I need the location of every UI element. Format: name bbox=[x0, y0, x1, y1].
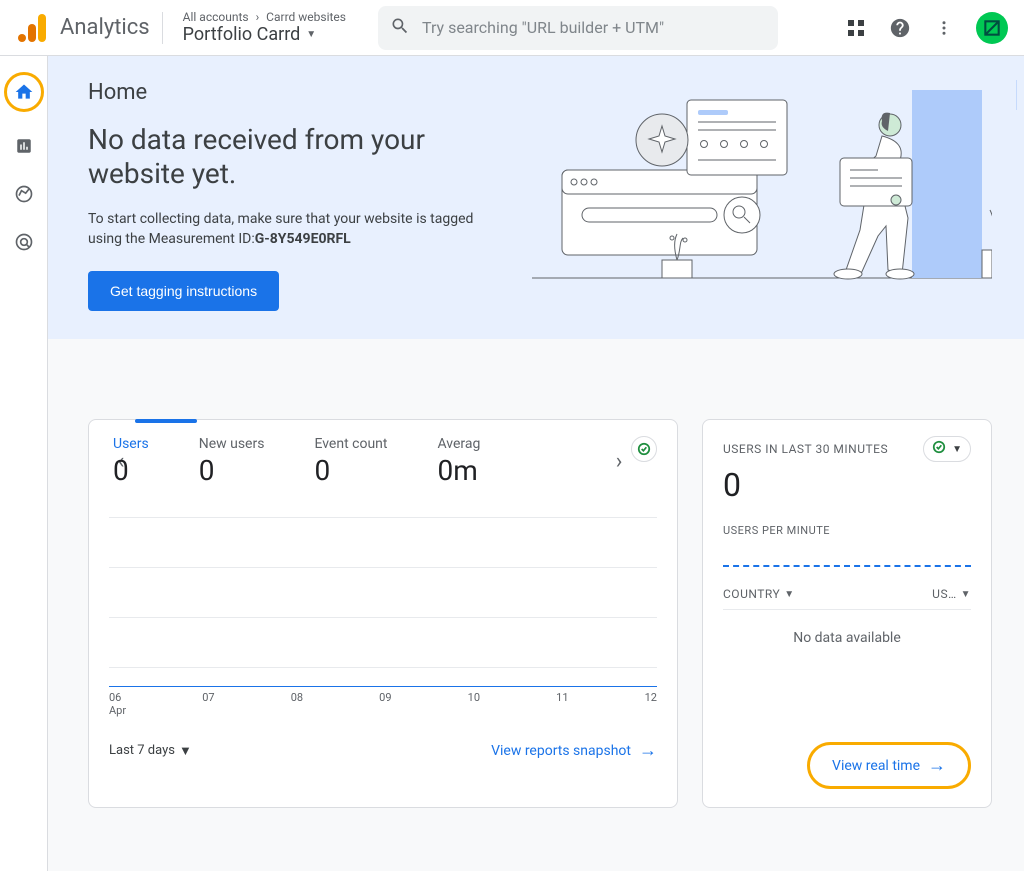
tab-indicator bbox=[135, 419, 197, 423]
metric-value: 0 bbox=[199, 456, 265, 486]
view-realtime-link[interactable]: View real time → bbox=[832, 755, 946, 776]
measurement-id: G-8Y549E0RFL bbox=[255, 231, 351, 247]
metric-tab-averag[interactable]: Averag 0m bbox=[437, 436, 480, 486]
xtick: 12 bbox=[645, 691, 657, 717]
breadcrumb-group: Carrd websites bbox=[266, 10, 346, 24]
divider bbox=[162, 12, 163, 44]
view-reports-link[interactable]: View reports snapshot → bbox=[491, 740, 657, 761]
content-scroll[interactable]: Home No data received from your website … bbox=[48, 56, 1024, 871]
metric-label: Averag bbox=[437, 436, 480, 452]
breadcrumb-all: All accounts bbox=[183, 10, 249, 24]
metric-label: New users bbox=[199, 436, 265, 452]
search-icon bbox=[390, 16, 410, 40]
caret-down-icon: ▼ bbox=[961, 589, 971, 600]
metric-tab-users[interactable]: Users 0 bbox=[113, 436, 149, 486]
caret-down-icon: ▼ bbox=[306, 29, 316, 40]
caret-down-icon: ▼ bbox=[784, 589, 794, 600]
property-name: Portfolio Carrd bbox=[183, 24, 301, 45]
realtime-title: USERS IN LAST 30 MINUTES bbox=[723, 442, 888, 456]
app-header: Analytics All accounts › Carrd websites … bbox=[0, 0, 1024, 56]
help-icon[interactable] bbox=[888, 16, 912, 40]
line-chart: 06Apr 07 08 09 10 11 12 bbox=[109, 506, 657, 726]
xtick: 07 bbox=[202, 691, 214, 717]
hero-description: To start collecting data, make sure that… bbox=[88, 209, 508, 249]
get-tagging-button[interactable]: Get tagging instructions bbox=[88, 271, 279, 311]
view-realtime-label: View real time bbox=[832, 758, 920, 774]
page-title: Home bbox=[88, 80, 508, 105]
left-nav bbox=[0, 56, 48, 871]
xtick: 10 bbox=[468, 691, 480, 717]
nav-reports[interactable] bbox=[10, 132, 38, 160]
apps-icon[interactable] bbox=[844, 16, 868, 40]
hero-illustration bbox=[532, 80, 992, 280]
search-placeholder: Try searching "URL builder + UTM" bbox=[422, 18, 664, 37]
xtick: 08 bbox=[291, 691, 303, 717]
arrow-right-icon: → bbox=[639, 740, 657, 761]
hero-message: No data received from your website yet. bbox=[88, 123, 508, 191]
check-circle-icon bbox=[932, 440, 946, 458]
metric-value: 0 bbox=[113, 456, 149, 486]
metrics-tabs: Users 0 New users 0 Event count 0 Averag 0m bbox=[103, 436, 637, 486]
realtime-status-selector[interactable]: ▼ bbox=[923, 436, 971, 462]
nav-advertising[interactable] bbox=[10, 228, 38, 256]
date-range-label: Last 7 days bbox=[109, 743, 175, 758]
xtick: 11 bbox=[556, 691, 568, 717]
realtime-user-count: 0 bbox=[723, 466, 971, 504]
arrow-right-icon: → bbox=[928, 755, 946, 776]
avatar[interactable] bbox=[976, 12, 1008, 44]
product-name: Analytics bbox=[60, 16, 150, 40]
xtick: 09 bbox=[379, 691, 391, 717]
hero-illustration-wrap bbox=[532, 80, 992, 280]
chevron-right-icon: › bbox=[256, 10, 260, 24]
breadcrumb: All accounts › Carrd websites bbox=[183, 10, 346, 24]
property-row: Portfolio Carrd ▼ bbox=[183, 24, 346, 45]
search-input[interactable]: Try searching "URL builder + UTM" bbox=[378, 6, 778, 50]
metric-tab-new-users[interactable]: New users 0 bbox=[199, 436, 265, 486]
realtime-card: USERS IN LAST 30 MINUTES ▼ 0 USERS PER M… bbox=[702, 419, 992, 808]
hero-banner: Home No data received from your website … bbox=[48, 56, 1024, 339]
rt-col-users: US… bbox=[932, 587, 956, 601]
rt-col-country: COUNTRY bbox=[723, 587, 780, 601]
realtime-table-header[interactable]: COUNTRY ▼ US… ▼ bbox=[723, 587, 971, 610]
ga-logo[interactable]: Analytics bbox=[16, 10, 150, 46]
nav-home[interactable] bbox=[4, 72, 44, 112]
metric-value: 0 bbox=[314, 456, 387, 486]
caret-down-icon: ▼ bbox=[179, 743, 192, 759]
view-reports-label: View reports snapshot bbox=[491, 743, 631, 759]
metric-value: 0m bbox=[437, 456, 480, 486]
analytics-logo-icon bbox=[16, 10, 52, 46]
realtime-nodata: No data available bbox=[723, 610, 971, 686]
date-range-selector[interactable]: Last 7 days ▼ bbox=[109, 743, 192, 759]
realtime-subtitle: USERS PER MINUTE bbox=[723, 524, 971, 537]
caret-down-icon: ▼ bbox=[952, 444, 962, 455]
overview-card: ‹ Users0New users0Event count0Averag0m › bbox=[88, 419, 678, 808]
metric-label: Event count bbox=[314, 436, 387, 452]
xtick: 06Apr bbox=[109, 691, 126, 717]
more-vert-icon[interactable] bbox=[932, 16, 956, 40]
header-actions bbox=[844, 12, 1008, 44]
view-realtime-highlight: View real time → bbox=[807, 742, 971, 789]
metric-label: Users bbox=[113, 436, 149, 452]
realtime-sparkline bbox=[723, 565, 971, 567]
account-selector[interactable]: All accounts › Carrd websites Portfolio … bbox=[175, 6, 354, 49]
metric-tab-event-count[interactable]: Event count 0 bbox=[314, 436, 387, 486]
nav-explore[interactable] bbox=[10, 180, 38, 208]
